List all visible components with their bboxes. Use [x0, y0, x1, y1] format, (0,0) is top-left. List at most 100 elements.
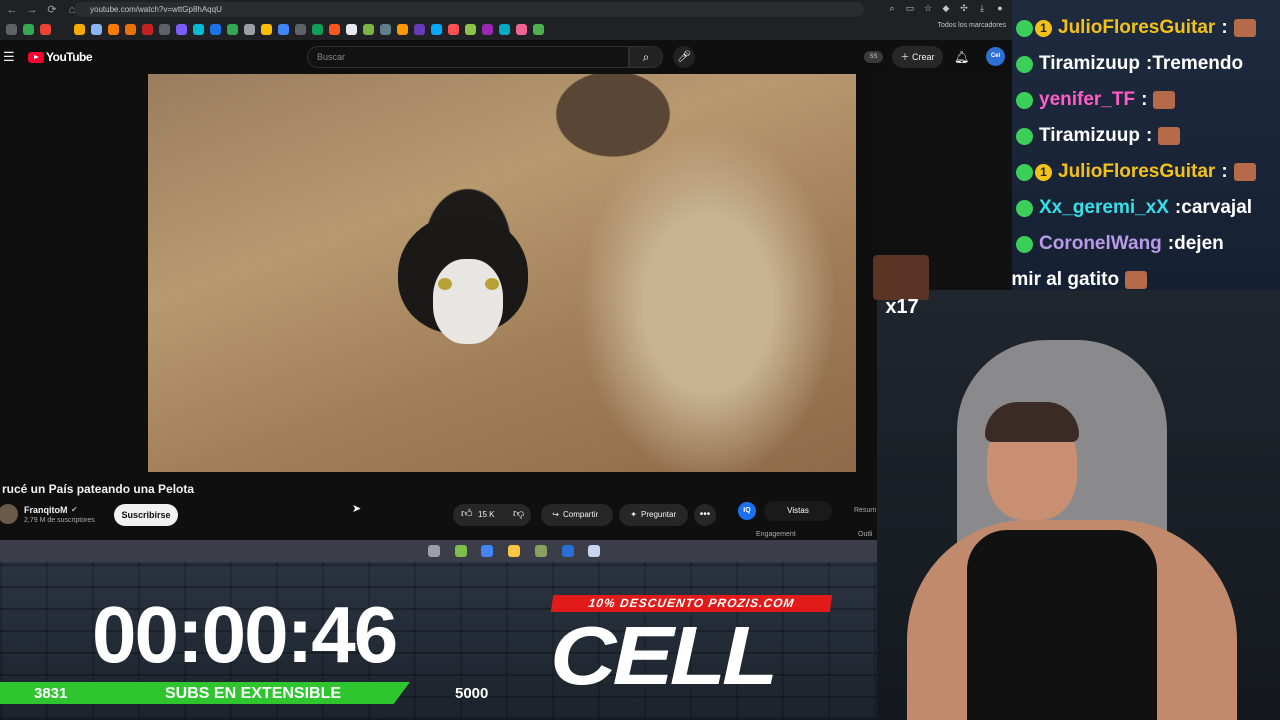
chat-message: Tiramizuup:	[1016, 122, 1181, 150]
download-icon[interactable]: ⤓	[976, 2, 988, 14]
bookmark-favicon-icon[interactable]	[74, 24, 85, 35]
dislike-thumb-icon[interactable]: 👎︎	[513, 507, 524, 520]
bookmark-favicon-icon[interactable]	[57, 24, 68, 35]
bookmark-favicon-icon[interactable]	[210, 24, 221, 35]
bookmark-favicon-icon[interactable]	[261, 24, 272, 35]
chat-badge-icon	[1016, 127, 1033, 145]
all-bookmarks-folder[interactable]: Todos los marcadores	[938, 22, 1006, 29]
extension-logo[interactable]: IQ	[738, 502, 756, 520]
subscriber-count: 2,79 M de suscriptores	[24, 517, 95, 524]
bookmark-favicon-icon[interactable]	[516, 24, 527, 35]
bookmark-favicon-icon[interactable]	[295, 24, 306, 35]
like-count[interactable]: 15 K	[478, 510, 494, 519]
bookmark-favicon-icon[interactable]	[465, 24, 476, 35]
video-player[interactable]	[148, 74, 856, 472]
windows-taskbar	[0, 540, 878, 562]
bookmark-favicon-icon[interactable]	[380, 24, 391, 35]
bookmark-favicon-icon[interactable]	[414, 24, 425, 35]
search-icon: ⌕	[642, 50, 650, 64]
bookmark-favicon-icon[interactable]	[125, 24, 136, 35]
youtube-header: ☰ YouTube ⌕ 🎤︎ SS ＋ Crear 🔔︎ Cel	[0, 40, 1012, 74]
bookmark-favicon-icon[interactable]	[312, 24, 323, 35]
channel-name[interactable]: FranqitoM	[24, 505, 68, 515]
bookmark-star-icon[interactable]: ☆	[922, 2, 934, 14]
bookmark-favicon-icon[interactable]	[533, 24, 544, 35]
bookmark-favicon-icon[interactable]	[40, 24, 51, 35]
cast-icon[interactable]: ▭	[904, 2, 916, 14]
youtube-play-icon	[28, 51, 44, 63]
share-button[interactable]: ↪ Compartir	[541, 504, 613, 526]
bookmark-favicon-icon[interactable]	[193, 24, 204, 35]
chat-username[interactable]: JulioFloresGuitar	[1058, 17, 1215, 39]
taskbar-app-icon[interactable]	[588, 545, 601, 557]
bookmark-favicon-icon[interactable]	[6, 24, 17, 35]
like-thumb-icon[interactable]: 👍︎	[461, 507, 473, 520]
taskbar-app-icon[interactable]	[534, 545, 547, 557]
ask-button[interactable]: ✦ Preguntar	[619, 504, 688, 526]
taskbar-app-icon[interactable]	[481, 545, 494, 557]
taskbar-app-icon[interactable]	[561, 545, 574, 557]
bookmark-favicon-icon[interactable]	[278, 24, 289, 35]
extension-icon[interactable]: ◆	[940, 2, 952, 14]
extensions-puzzle-icon[interactable]: ✣	[958, 2, 970, 14]
search-button[interactable]: ⌕	[629, 46, 663, 68]
ss-badge[interactable]: SS	[864, 51, 883, 63]
promo-brand: CELL	[550, 610, 778, 702]
search-input[interactable]	[307, 46, 629, 68]
zoom-icon[interactable]: ⌕	[886, 2, 898, 14]
more-actions-button[interactable]: •••	[694, 504, 716, 526]
stream-timer: 00:00:46	[92, 590, 398, 679]
menu-icon[interactable]: ☰	[3, 49, 15, 65]
bookmark-favicon-icon[interactable]	[346, 24, 357, 35]
taskbar-app-icon[interactable]	[454, 545, 467, 557]
bookmark-favicon-icon[interactable]	[108, 24, 119, 35]
chat-emote-icon	[1153, 91, 1176, 109]
sparkle-icon: ✦	[630, 510, 637, 519]
address-bar[interactable]: youtube.com/watch?v=wttGp8hAqqU	[74, 2, 864, 17]
reload-icon[interactable]: ⟳	[44, 2, 60, 18]
forward-icon[interactable]: →	[24, 2, 40, 18]
bookmark-favicon-icon[interactable]	[431, 24, 442, 35]
back-icon[interactable]: ←	[4, 2, 20, 18]
video-title: rucé un País pateando una Pelota	[2, 482, 195, 496]
bookmark-favicon-icon[interactable]	[91, 24, 102, 35]
bookmark-favicon-icon[interactable]	[159, 24, 170, 35]
bookmark-favicon-icon[interactable]	[448, 24, 459, 35]
chat-username[interactable]: JulioFloresGuitar	[1058, 161, 1215, 183]
subscribe-button[interactable]: Suscribirse	[114, 504, 178, 526]
chat-badge-icon	[1016, 235, 1033, 253]
video-frame-cat-face	[433, 259, 503, 344]
bookmark-favicon-icon[interactable]	[499, 24, 510, 35]
bookmark-favicon-icon[interactable]	[23, 24, 34, 35]
voice-search-button[interactable]: 🎤︎	[673, 46, 695, 68]
bookmark-favicon-icon[interactable]	[244, 24, 255, 35]
chat-username[interactable]: Tiramizuup	[1039, 125, 1140, 147]
bookmark-favicon-icon[interactable]	[329, 24, 340, 35]
bookmark-favicon-icon[interactable]	[142, 24, 153, 35]
bookmark-favicon-icon[interactable]	[397, 24, 408, 35]
chat-username[interactable]: Tiramizuup	[1039, 53, 1140, 75]
channel-avatar[interactable]	[0, 504, 18, 524]
tab-views[interactable]: Vistas	[764, 501, 832, 521]
bookmark-favicon-icon[interactable]	[176, 24, 187, 35]
chat-badge-icon	[1016, 163, 1033, 181]
notifications-bell-icon[interactable]: 🔔︎	[954, 50, 969, 64]
like-dislike-group: 👍︎ 15 K 👎︎	[453, 504, 531, 526]
chat-username[interactable]: Xx_geremi_xX	[1039, 197, 1169, 219]
tab-summary[interactable]: Resum	[854, 507, 876, 514]
taskbar-app-icon[interactable]	[428, 545, 440, 557]
account-avatar[interactable]: Cel	[986, 47, 1005, 66]
bookmark-favicon-icon[interactable]	[482, 24, 493, 35]
youtube-logo[interactable]: YouTube	[28, 50, 93, 64]
create-button[interactable]: ＋ Crear	[892, 46, 943, 68]
chat-username[interactable]: CoronelWang	[1039, 233, 1162, 255]
chat-badge-icon	[1016, 55, 1033, 73]
address-row: ← → ⟳ ⌂ youtube.com/watch?v=wttGp8hAqqU …	[0, 0, 1012, 19]
bookmark-favicon-icon[interactable]	[363, 24, 374, 35]
chat-username[interactable]: yenifer_TF	[1039, 89, 1135, 111]
bookmark-favicon-icon[interactable]	[227, 24, 238, 35]
emote-combo-count: x17	[885, 296, 919, 318]
taskbar-app-icon[interactable]	[508, 545, 521, 557]
chat-emote-icon	[1233, 19, 1256, 37]
profile-icon[interactable]: ●	[994, 2, 1006, 14]
